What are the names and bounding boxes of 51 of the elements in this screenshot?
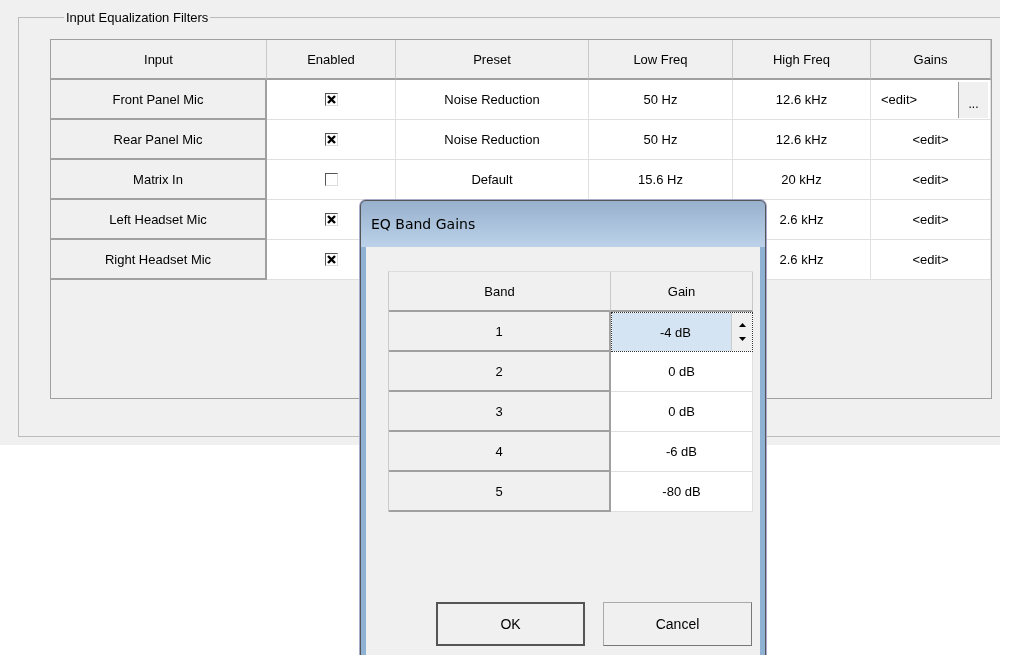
down-arrow-icon[interactable] xyxy=(738,337,746,341)
table-cell: 15.6 Hz xyxy=(638,172,683,187)
row-header: 1 xyxy=(389,312,611,352)
row-header: 3 xyxy=(389,392,611,432)
column-header[interactable]: Enabled xyxy=(267,40,396,80)
table-cell: 12.6 kHz xyxy=(775,92,828,107)
table-cell: 50 Hz xyxy=(643,92,678,107)
column-header[interactable]: Gains xyxy=(871,40,991,80)
checkbox[interactable] xyxy=(324,253,338,266)
table-cell: 50 Hz xyxy=(643,132,678,147)
checkbox[interactable] xyxy=(324,213,338,226)
row-header: Front Panel Mic xyxy=(51,80,267,120)
column-header[interactable]: Preset xyxy=(396,40,589,80)
column-header[interactable]: Input xyxy=(51,40,267,80)
table-cell: Default xyxy=(471,172,513,187)
gain-spinner[interactable]: -4 dB xyxy=(611,312,753,352)
table-cell: Noise Reduction xyxy=(444,92,540,107)
row-header: 4 xyxy=(389,432,611,472)
checkbox[interactable] xyxy=(324,173,338,186)
row-header: Rear Panel Mic xyxy=(51,120,267,160)
edit-link[interactable]: <edit> xyxy=(912,252,949,267)
table-cell: 20 kHz xyxy=(781,172,822,187)
column-header[interactable]: Band xyxy=(389,272,611,312)
row-header: Left Headset Mic xyxy=(51,200,267,240)
column-header[interactable]: Low Freq xyxy=(589,40,733,80)
row-header: 5 xyxy=(389,472,611,512)
dialog-title: EQ Band Gains xyxy=(361,201,765,247)
edit-link[interactable]: <edit> xyxy=(912,132,949,147)
table-cell: 0 dB xyxy=(668,364,695,379)
table-cell: 2.6 kHz xyxy=(779,252,824,267)
table-cell: 12.6 kHz xyxy=(775,132,828,147)
cancel-button[interactable]: Cancel xyxy=(603,602,752,646)
edit-link[interactable]: <edit> xyxy=(881,92,918,107)
group-title: Input Equalization Filters xyxy=(65,10,210,25)
table-cell: 2.6 kHz xyxy=(779,212,824,227)
edit-link[interactable]: <edit> xyxy=(912,172,949,187)
edit-link[interactable]: <edit> xyxy=(912,212,949,227)
row-header: Right Headset Mic xyxy=(51,240,267,280)
row-header: 2 xyxy=(389,352,611,392)
table-cell: 0 dB xyxy=(668,404,695,419)
table-cell: Noise Reduction xyxy=(444,132,540,147)
ellipsis-button[interactable]: ... xyxy=(958,81,988,118)
table-cell: -6 dB xyxy=(665,444,698,459)
column-header[interactable]: High Freq xyxy=(733,40,871,80)
column-header[interactable]: Gain xyxy=(611,272,753,312)
table-cell: -80 dB xyxy=(662,484,701,499)
ok-button[interactable]: OK xyxy=(436,602,585,646)
row-header: Matrix In xyxy=(51,160,267,200)
checkbox[interactable] xyxy=(324,93,338,106)
up-arrow-icon[interactable] xyxy=(738,323,746,327)
checkbox[interactable] xyxy=(324,133,338,146)
